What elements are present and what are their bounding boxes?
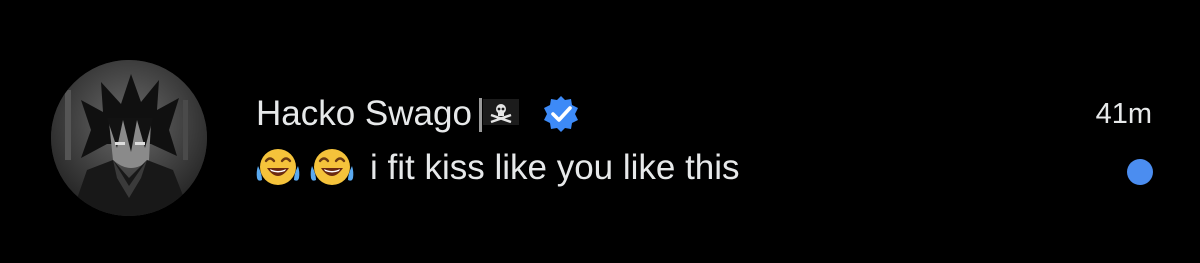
- name-line: Hacko Swago: [256, 92, 580, 136]
- avatar-image: [51, 60, 207, 216]
- verified-check-icon: [542, 95, 580, 133]
- sender-name: Hacko Swago: [256, 94, 472, 133]
- timestamp: 41m: [1095, 98, 1152, 130]
- avatar[interactable]: [51, 60, 207, 216]
- unread-indicator: [1127, 159, 1153, 185]
- message-preview: i fit kiss like you like this: [256, 146, 740, 190]
- message-text: i fit kiss like you like this: [370, 148, 740, 187]
- tears-of-joy-emoji-icon: [310, 146, 354, 190]
- tears-of-joy-emoji-icon: [256, 146, 300, 190]
- pirate-flag-icon: [476, 96, 522, 132]
- conversation-row[interactable]: Hacko Swago 41m i fit kiss like you like…: [0, 0, 1200, 263]
